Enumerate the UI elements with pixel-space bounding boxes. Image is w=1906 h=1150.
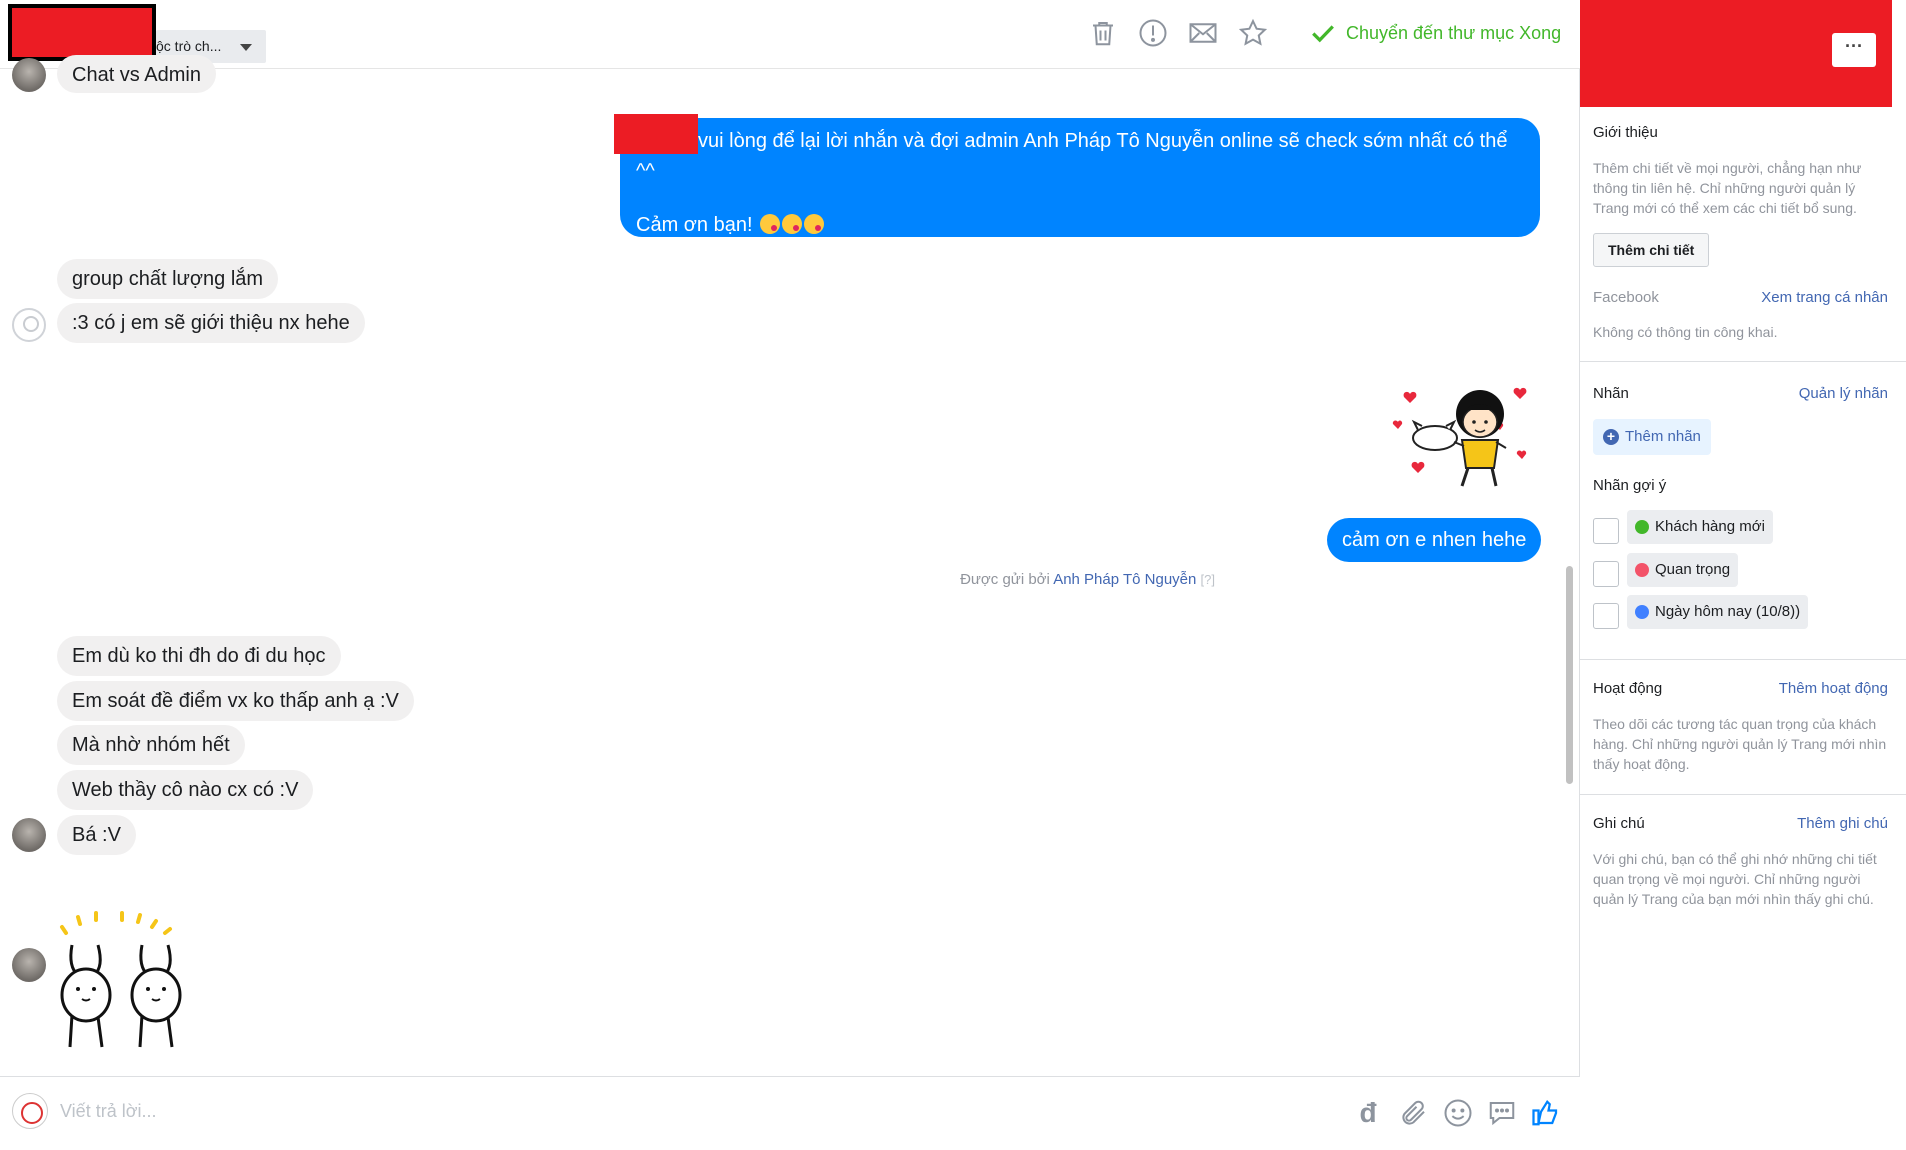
add-details-button[interactable]: Thêm chi tiết — [1593, 233, 1710, 267]
sent-by-note: Được gửi bởi Anh Pháp Tô Nguyễn [?] — [960, 571, 1215, 588]
emoji-icon[interactable] — [1442, 1097, 1474, 1129]
message-outgoing-auto-reply: vui lòng để lại lời nhắn và đợi admin An… — [620, 118, 1540, 237]
tag-label: Quan trọng — [1655, 561, 1731, 578]
suggested-tag[interactable]: Khách hàng mới — [1627, 510, 1773, 544]
reply-composer: Viết trả lời... đ — [0, 1076, 1580, 1150]
kiss-emoji-icon — [760, 214, 781, 234]
add-tag-label: Thêm nhãn — [1625, 428, 1701, 445]
kiss-emoji-icon — [804, 214, 825, 234]
tags-title: Nhãn — [1593, 385, 1629, 402]
message-incoming: Chat vs Admin — [57, 55, 216, 93]
contact-avatar[interactable] — [12, 818, 46, 852]
label-dropdown-text: ộc trò ch... — [156, 38, 222, 54]
section-divider — [1580, 794, 1906, 795]
trash-icon[interactable] — [1086, 16, 1120, 50]
sent-by-prefix: Được gửi bởi — [960, 571, 1050, 588]
sticker-girl-hugging-cat — [1392, 387, 1527, 487]
notes-text: Với ghi chú, bạn có thể ghi nhớ những ch… — [1593, 851, 1877, 907]
kiss-emoji-icon — [782, 214, 803, 234]
add-note-link[interactable]: Thêm ghi chú — [1797, 815, 1888, 832]
move-to-done-label: Chuyển đến thư mục Xong — [1346, 22, 1562, 43]
suggested-tag-row[interactable]: Khách hàng mới — [1593, 510, 1773, 544]
saved-replies-icon[interactable] — [1486, 1097, 1518, 1129]
chevron-down-icon — [240, 44, 252, 51]
sent-by-help-link[interactable]: [?] — [1201, 572, 1215, 587]
tag-checkbox[interactable] — [1593, 518, 1619, 544]
contact-avatar[interactable] — [12, 948, 46, 982]
conversation-scrollbar[interactable] — [1566, 566, 1573, 784]
section-divider — [1580, 659, 1906, 660]
view-profile-link[interactable]: Xem trang cá nhân — [1761, 289, 1888, 306]
tag-color-dot — [1635, 520, 1649, 534]
facebook-text: Không có thông tin công khai. — [1593, 324, 1778, 340]
conversation-pane: ộc trò ch... Chuyển đến thư mục Xong Cha… — [0, 0, 1580, 1150]
suggested-tag-row[interactable]: Quan trọng — [1593, 553, 1739, 587]
conversation-toolbar: ộc trò ch... Chuyển đến thư mục Xong — [0, 0, 1580, 69]
auto-reply-line: vui lòng để lại lời nhắn và đợi admin An… — [698, 130, 1508, 152]
message-outgoing: cảm ơn e nhen hehe — [1327, 518, 1542, 562]
tag-color-dot — [1635, 605, 1649, 619]
auto-reply-thanks: Cảm ơn bạn! — [636, 214, 753, 236]
check-icon — [1312, 25, 1334, 43]
add-activity-link[interactable]: Thêm hoạt động — [1779, 680, 1888, 697]
redacted-customer-header: ··· — [1580, 0, 1892, 107]
auto-reply-line: ^^ — [636, 160, 655, 182]
tag-checkbox[interactable] — [1593, 603, 1619, 629]
move-to-done-button[interactable]: Chuyển đến thư mục Xong — [1310, 18, 1561, 48]
manage-tags-link[interactable]: Quản lý nhãn — [1799, 385, 1888, 402]
sticker-rabbits-clapping — [60, 911, 182, 1048]
section-divider — [1580, 361, 1906, 362]
message-incoming: :3 có j em sẽ giới thiệu nx hehe — [57, 303, 365, 343]
contact-avatar[interactable] — [12, 58, 46, 92]
intro-text: Thêm chi tiết về mọi người, chẳng hạn nh… — [1593, 160, 1862, 216]
suggested-tag-row[interactable]: Ngày hôm nay (10/8)) — [1593, 595, 1809, 629]
redacted-contact-name — [8, 4, 156, 61]
message-incoming: Bá :V — [57, 815, 136, 855]
attachment-icon[interactable] — [1398, 1097, 1430, 1129]
facebook-label: Facebook — [1593, 289, 1659, 306]
star-icon[interactable] — [1236, 16, 1270, 50]
like-icon[interactable] — [1530, 1097, 1562, 1129]
report-spam-icon[interactable] — [1136, 16, 1170, 50]
tag-color-dot — [1635, 563, 1649, 577]
message-incoming: Em soát đề điểm vx ko thấp anh ạ :V — [57, 681, 414, 721]
add-tag-button[interactable]: + Thêm nhãn — [1593, 419, 1711, 455]
tag-checkbox[interactable] — [1593, 561, 1619, 587]
tag-label: Khách hàng mới — [1655, 518, 1765, 535]
message-incoming: Em dù ko thi đh do đi du học — [57, 636, 341, 676]
suggested-tag[interactable]: Ngày hôm nay (10/8)) — [1627, 595, 1809, 629]
reply-input[interactable]: Viết trả lời... — [60, 1101, 157, 1122]
activity-title: Hoạt động — [1593, 680, 1663, 697]
currency-icon[interactable]: đ — [1352, 1097, 1384, 1129]
intro-title: Giới thiệu — [1593, 124, 1658, 141]
suggested-tag[interactable]: Quan trọng — [1627, 553, 1739, 587]
activity-text: Theo dõi các tương tác quan trọng của kh… — [1593, 716, 1887, 772]
plus-icon: + — [1603, 429, 1619, 445]
notes-title: Ghi chú — [1593, 815, 1645, 832]
redacted-customer-name — [614, 114, 698, 154]
tag-label: Ngày hôm nay (10/8)) — [1655, 603, 1801, 620]
auto-reply-line: Cảm ơn bạn! — [636, 210, 1524, 240]
suggested-tags-title: Nhãn gợi ý — [1593, 477, 1667, 494]
mark-unread-icon[interactable] — [1186, 16, 1220, 50]
more-options-button[interactable]: ··· — [1832, 33, 1876, 67]
message-incoming: group chất lượng lắm — [57, 259, 279, 299]
message-incoming: Web thầy cô nào cx có :V — [57, 770, 314, 810]
customer-info-panel: ··· Giới thiệu Thêm chi tiết về mọi ngườ… — [1580, 0, 1906, 1150]
contact-avatar[interactable] — [12, 308, 46, 342]
sent-by-admin-link[interactable]: Anh Pháp Tô Nguyễn — [1053, 571, 1196, 588]
page-avatar — [12, 1093, 48, 1129]
message-incoming: Mà nhờ nhóm hết — [57, 725, 245, 765]
